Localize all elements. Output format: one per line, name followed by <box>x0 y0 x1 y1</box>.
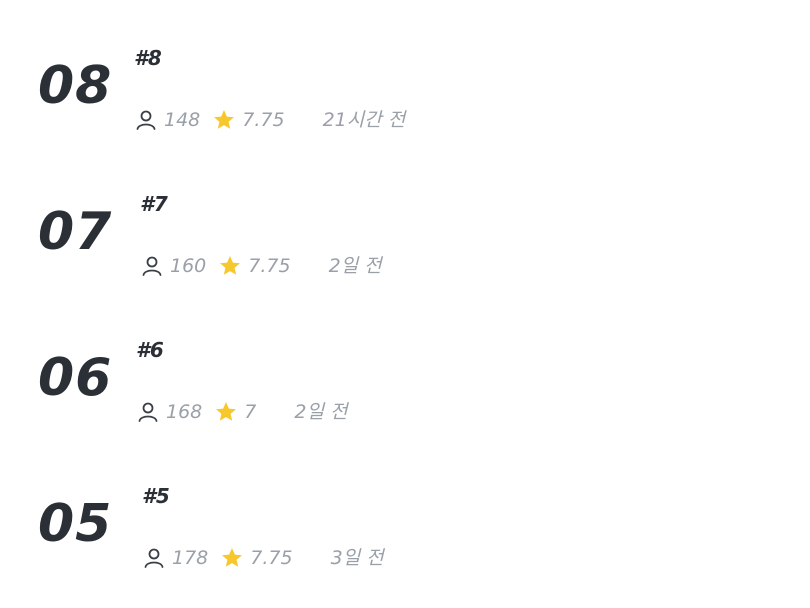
rating-value: 7 <box>244 400 257 423</box>
view-count: 160 <box>170 254 207 277</box>
view-count: 168 <box>166 400 203 423</box>
episode-number: 08 <box>38 56 113 116</box>
rating-value: 7.75 <box>248 254 291 277</box>
episode-title: #5 <box>142 484 170 508</box>
view-count: 148 <box>164 108 201 131</box>
episode-item[interactable]: 06 #6 168 7 2일 전 <box>38 332 558 442</box>
episode-number: 07 <box>38 202 113 262</box>
rating-value: 7.75 <box>242 108 285 131</box>
view-count: 178 <box>172 546 209 569</box>
publish-time: 21시간 전 <box>322 108 406 131</box>
episode-title: #7 <box>140 192 168 216</box>
episode-meta: 178 7.75 3일 전 <box>142 546 384 570</box>
episode-title: #6 <box>136 338 164 362</box>
star-icon <box>220 546 244 570</box>
person-icon <box>136 400 160 424</box>
rating-value: 7.75 <box>250 546 293 569</box>
episode-meta: 168 7 2일 전 <box>136 400 347 424</box>
person-icon <box>140 254 164 278</box>
star-icon <box>212 108 236 132</box>
star-icon <box>214 400 238 424</box>
episode-meta: 148 7.75 21시간 전 <box>134 108 405 132</box>
episode-item[interactable]: 07 #7 160 7.75 2일 전 <box>38 186 558 296</box>
episode-number: 05 <box>38 494 113 554</box>
person-icon <box>142 546 166 570</box>
publish-time: 3일 전 <box>330 546 384 569</box>
person-icon <box>134 108 158 132</box>
episode-meta: 160 7.75 2일 전 <box>140 254 382 278</box>
publish-time: 2일 전 <box>294 400 348 423</box>
episode-title: #8 <box>134 46 162 70</box>
episode-item[interactable]: 05 #5 178 7.75 3일 전 <box>38 478 558 588</box>
episode-number: 06 <box>38 348 113 408</box>
publish-time: 2일 전 <box>328 254 382 277</box>
episode-item[interactable]: 08 #8 148 7.75 21시간 전 <box>38 40 558 150</box>
star-icon <box>218 254 242 278</box>
